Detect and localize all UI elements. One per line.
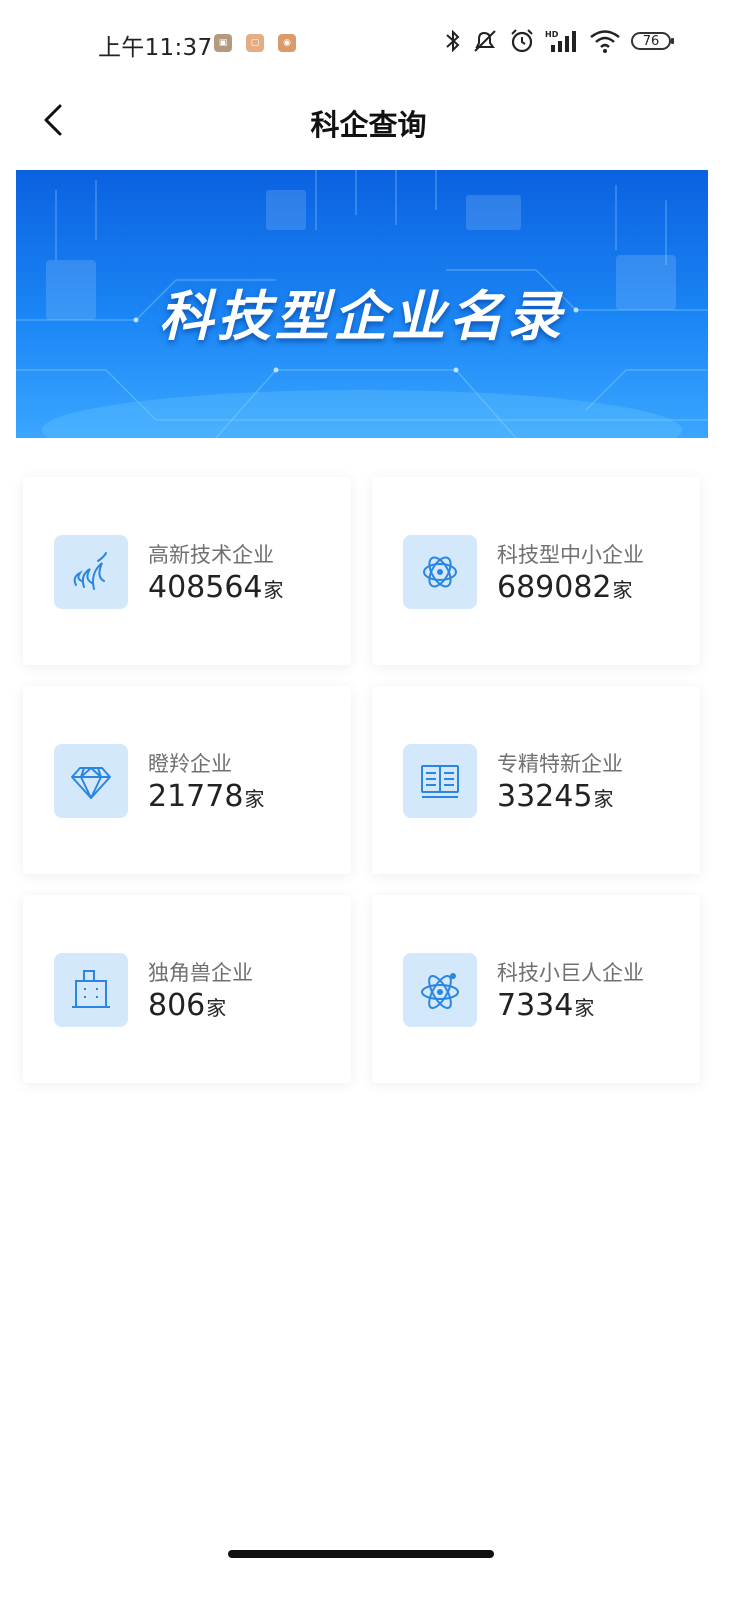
category-card-specialized[interactable]: 专精特新企业 33245家 bbox=[372, 686, 700, 874]
app-notification-icon: ◉ bbox=[278, 34, 296, 52]
svg-text:HD: HD bbox=[545, 30, 559, 39]
count-unit: 家 bbox=[206, 996, 227, 1020]
building-icon bbox=[72, 970, 110, 1008]
signal-icon: HD bbox=[545, 30, 576, 52]
category-card-high-tech[interactable]: 高新技术企业 408564家 bbox=[23, 477, 351, 665]
card-label: 独角兽企业 bbox=[148, 961, 253, 985]
banner: 科技型企业名录 bbox=[16, 170, 708, 438]
card-label: 专精特新企业 bbox=[497, 752, 623, 776]
card-icon-box bbox=[54, 953, 128, 1027]
category-card-unicorn[interactable]: 独角兽企业 806家 bbox=[23, 895, 351, 1083]
count-value: 21778 bbox=[148, 779, 244, 814]
count-unit: 家 bbox=[263, 578, 284, 602]
app-notification-icon: ▣ bbox=[214, 34, 232, 52]
flame-icon bbox=[73, 552, 107, 590]
atom-icon bbox=[423, 556, 457, 588]
battery-icon: 76 bbox=[631, 32, 674, 50]
card-count: 689082家 bbox=[497, 570, 633, 605]
status-bar: 上午11:37 ▣ ▢ ◉ HD 76 bbox=[0, 0, 737, 88]
bluetooth-icon bbox=[446, 29, 460, 53]
atom-orbit-icon bbox=[421, 973, 459, 1009]
count-unit: 家 bbox=[593, 787, 614, 811]
category-card-little-giant[interactable]: 科技小巨人企业 7334家 bbox=[372, 895, 700, 1083]
notification-icons: ▣ ▢ ◉ bbox=[214, 34, 296, 52]
card-icon-box bbox=[403, 744, 477, 818]
card-icon-box bbox=[403, 953, 477, 1027]
card-icon-box bbox=[54, 744, 128, 818]
status-time: 上午11:37 bbox=[98, 35, 213, 61]
card-label: 高新技术企业 bbox=[148, 543, 274, 567]
count-unit: 家 bbox=[244, 787, 265, 811]
mute-icon bbox=[474, 30, 496, 52]
nav-bar: 科企查询 bbox=[0, 88, 737, 152]
card-count: 806家 bbox=[148, 988, 226, 1023]
card-icon-box bbox=[54, 535, 128, 609]
card-count: 7334家 bbox=[497, 988, 594, 1023]
card-label: 瞪羚企业 bbox=[148, 752, 232, 776]
home-indicator[interactable] bbox=[228, 1550, 494, 1558]
count-unit: 家 bbox=[574, 996, 595, 1020]
card-icon-box bbox=[403, 535, 477, 609]
card-count: 408564家 bbox=[148, 570, 284, 605]
category-card-gazelle[interactable]: 瞪羚企业 21778家 bbox=[23, 686, 351, 874]
card-label: 科技型中小企业 bbox=[497, 543, 644, 567]
count-value: 33245 bbox=[497, 779, 593, 814]
book-icon bbox=[421, 765, 459, 798]
count-value: 806 bbox=[148, 988, 206, 1023]
diamond-icon bbox=[71, 767, 111, 799]
page-title: 科企查询 bbox=[310, 108, 427, 142]
count-unit: 家 bbox=[612, 578, 633, 602]
count-value: 408564 bbox=[148, 570, 263, 605]
card-count: 21778家 bbox=[148, 779, 264, 814]
count-value: 689082 bbox=[497, 570, 612, 605]
alarm-icon bbox=[511, 29, 533, 53]
category-card-tech-sme[interactable]: 科技型中小企业 689082家 bbox=[372, 477, 700, 665]
card-count: 33245家 bbox=[497, 779, 613, 814]
count-value: 7334 bbox=[497, 988, 574, 1023]
wifi-icon bbox=[590, 30, 620, 53]
banner-title: 科技型企业名录 bbox=[159, 285, 565, 348]
card-label: 科技小巨人企业 bbox=[497, 961, 644, 985]
app-notification-icon: ▢ bbox=[246, 34, 264, 52]
system-icons: HD 76 bbox=[445, 28, 674, 54]
